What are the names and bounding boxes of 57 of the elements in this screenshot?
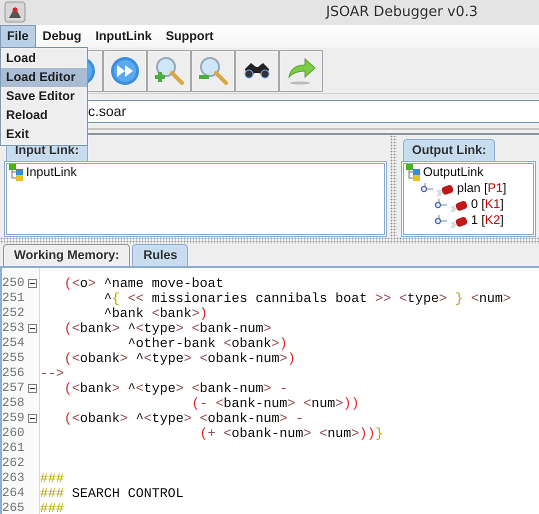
code-line: (<obank> ^<type> <obank-num> - [62,410,304,426]
line-number: 255 [2,350,26,367]
tree-item[interactable]: InputLink [26,164,77,182]
line-number: 253 [2,320,26,337]
code-line: (<o> ^name move-boat [62,276,225,291]
code-line: --> [40,366,65,381]
line-number: 258 [2,394,26,412]
tree-root-icon [406,164,420,182]
code-line: (- <bank-num> <num>)) [190,396,360,411]
collapse-icon[interactable] [28,278,37,288]
code-line: ### [40,500,65,514]
toolbar-button[interactable] [235,50,279,92]
menu-item[interactable]: Load [1,49,87,68]
collapse-icon[interactable] [28,414,37,423]
line-number: 250 [2,274,26,292]
zoom-in-icon [153,54,185,86]
line-number: 257 [2,380,26,397]
tab[interactable]: Rules [132,244,188,266]
line-number: 252 [2,304,26,322]
menu-item[interactable]: Support [158,25,221,48]
menu-item[interactable]: Load Editor [1,68,87,87]
line-number: 262 [2,454,26,472]
tree-root-icon [9,164,23,182]
code-line: (<bank> ^<type> <bank-num> - [62,380,288,396]
fast-forward-icon [109,54,141,86]
expand-handle-icon [434,198,447,211]
code-line: ### SEARCH CONTROL [40,486,185,501]
menu-item[interactable]: Debug [36,25,88,48]
code-line: ^other-bank <obank>) [126,336,288,351]
expand-handle-icon [434,214,447,227]
line-number: 251 [2,290,26,307]
splitter-handle[interactable] [390,135,397,237]
line-number: 256 [2,364,26,382]
line-number: 254 [2,334,26,352]
line-number: 264 [2,484,26,502]
line-number: 265 [2,500,26,514]
code-line: (+ <obank-num> <num>))} [198,426,384,441]
menu-item[interactable]: File [0,25,36,48]
code-line: (<bank> ^<type> <bank-num> [62,320,272,336]
expand-handle-icon [420,182,433,195]
line-number: 259 [2,410,26,427]
line-number: 261 [2,440,26,457]
code-line: ^bank <bank>) [102,306,209,321]
tab[interactable]: Working Memory: [3,244,130,266]
line-number: 263 [2,470,26,487]
collapse-icon[interactable] [28,324,37,333]
panel-tab[interactable]: Output Link: [403,139,496,161]
menu-item[interactable]: Reload [1,106,87,125]
code-line: (<obank> ^<type> <obank-num>) [62,350,296,366]
splitter-handle[interactable] [0,237,539,244]
window-title: JSOAR Debugger v0.3 [326,3,478,22]
code-line: ^{ << missionaries cannibals boat >> <type> } <num> [102,290,512,306]
zoom-out-icon [197,54,229,86]
menu-item[interactable]: InputLink [88,25,159,48]
line-number: 260 [2,424,26,442]
collapse-icon[interactable] [28,384,37,393]
code-line: ### [40,470,65,486]
